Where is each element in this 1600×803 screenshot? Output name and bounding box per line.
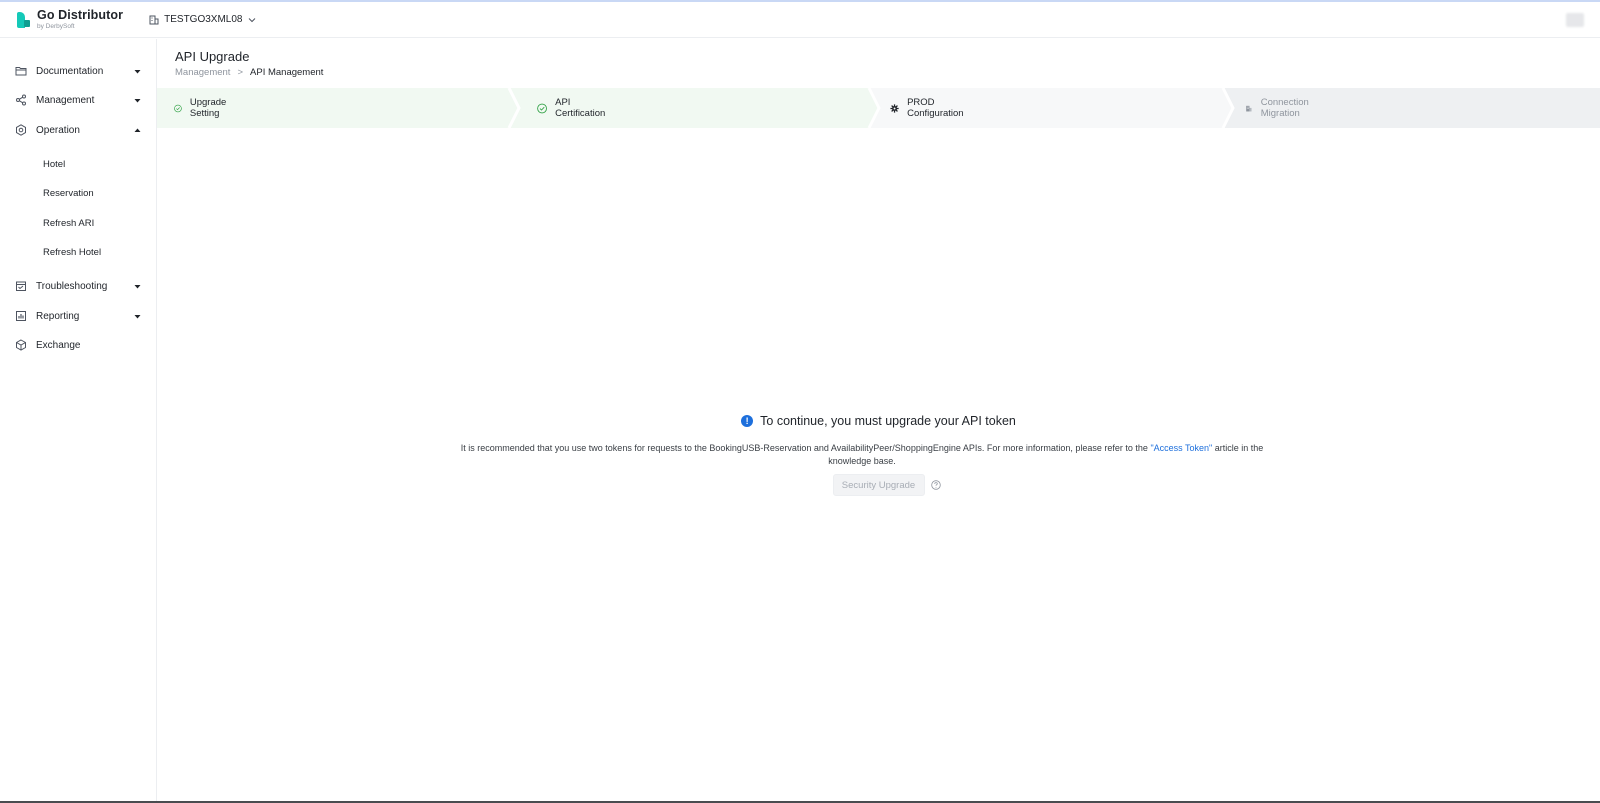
breadcrumb-parent[interactable]: Management bbox=[175, 67, 230, 78]
sidebar-subitem-label: Reservation bbox=[43, 187, 94, 199]
upgrade-notice: ! To continue, you must upgrade your API… bbox=[157, 414, 1600, 496]
sidebar-item-reporting[interactable]: Reporting bbox=[0, 304, 156, 328]
breadcrumb-current: API Management bbox=[250, 67, 324, 78]
notice-title-text: To continue, you must upgrade your API t… bbox=[760, 414, 1016, 428]
page-title: API Upgrade bbox=[175, 49, 250, 64]
caret-down-icon bbox=[134, 314, 141, 318]
cube-icon bbox=[16, 339, 26, 351]
main-content: API Upgrade Management > API Management … bbox=[157, 39, 1600, 803]
sidebar-item-label: Operation bbox=[36, 124, 80, 136]
building-icon bbox=[1246, 105, 1252, 111]
sidebar-subitem-refresh-hotel[interactable]: Refresh Hotel bbox=[0, 240, 156, 264]
notice-title: ! To continue, you must upgrade your API… bbox=[157, 414, 1600, 428]
sidebar-subitem-refresh-ari[interactable]: Refresh ARI bbox=[0, 211, 156, 235]
sidebar-item-label: Exchange bbox=[36, 339, 81, 351]
step-label: API Certification bbox=[555, 97, 606, 119]
sidebar-subitem-label: Hotel bbox=[43, 158, 66, 170]
breadcrumb-separator: > bbox=[237, 67, 244, 78]
report-chart-icon bbox=[16, 311, 26, 321]
sidebar-subitem-label: Refresh Hotel bbox=[43, 246, 102, 258]
sidebar-item-troubleshooting[interactable]: Troubleshooting bbox=[0, 274, 156, 298]
logo-title: Go Distributor bbox=[37, 8, 124, 22]
caret-down-icon bbox=[134, 98, 141, 102]
tenant-name: TESTGO3XML08 bbox=[164, 14, 243, 25]
step-label: Upgrade Setting bbox=[189, 97, 227, 119]
sidebar-item-label: Management bbox=[36, 94, 95, 106]
tenant-selector[interactable]: TESTGO3XML08 bbox=[149, 14, 256, 25]
user-avatar[interactable] bbox=[1566, 13, 1584, 27]
steps-background bbox=[157, 88, 1600, 128]
calendar-check-icon bbox=[16, 281, 26, 291]
gear-icon bbox=[16, 124, 26, 136]
sidebar-item-label: Troubleshooting bbox=[36, 280, 108, 292]
help-circle-icon[interactable] bbox=[930, 480, 941, 490]
chevron-down-icon bbox=[249, 17, 256, 22]
building-icon bbox=[149, 15, 159, 24]
sidebar-item-documentation[interactable]: Documentation bbox=[0, 59, 156, 83]
info-icon: ! bbox=[741, 415, 754, 427]
step-label: Connection Migration bbox=[1260, 97, 1309, 119]
steps-bar: Upgrade Setting API Certification PROD C… bbox=[157, 88, 1600, 128]
step-label: PROD Configuration bbox=[907, 97, 964, 119]
sidebar-subitem-reservation[interactable]: Reservation bbox=[0, 181, 156, 205]
folder-icon bbox=[15, 67, 27, 76]
caret-down-icon bbox=[134, 284, 141, 288]
sidebar-item-management[interactable]: Management bbox=[0, 88, 156, 112]
check-circle-icon bbox=[174, 104, 182, 112]
sidebar-item-operation[interactable]: Operation bbox=[0, 118, 156, 142]
app-header: Go Distributor by DerbySoft TESTGO3XML08 bbox=[0, 2, 1600, 38]
sidebar-item-label: Documentation bbox=[36, 65, 104, 77]
security-upgrade-button[interactable]: Security Upgrade bbox=[832, 474, 925, 496]
share-nodes-icon bbox=[16, 94, 26, 106]
logo-subtitle: by DerbySoft bbox=[37, 22, 75, 30]
sidebar-subitem-hotel[interactable]: Hotel bbox=[0, 152, 156, 176]
sidebar-subitem-label: Refresh ARI bbox=[43, 217, 95, 229]
caret-up-icon bbox=[134, 128, 141, 132]
check-circle-icon bbox=[537, 103, 547, 113]
notice-body: It is recommended that you use two token… bbox=[447, 442, 1277, 467]
caret-down-icon bbox=[134, 69, 141, 73]
gear-icon bbox=[890, 103, 899, 113]
logo-mark-icon bbox=[17, 11, 31, 28]
app-logo[interactable]: Go Distributor by DerbySoft bbox=[17, 9, 123, 30]
breadcrumb: Management > API Management bbox=[175, 67, 323, 78]
notice-body-text: It is recommended that you use two token… bbox=[460, 443, 1151, 453]
access-token-link[interactable]: "Access Token" bbox=[1150, 443, 1212, 453]
sidebar-item-label: Reporting bbox=[36, 310, 80, 322]
sidebar-item-exchange[interactable]: Exchange bbox=[0, 333, 156, 357]
sidebar: Documentation Management Operation Hotel… bbox=[0, 39, 157, 803]
notice-actions: Security Upgrade bbox=[157, 474, 1600, 496]
